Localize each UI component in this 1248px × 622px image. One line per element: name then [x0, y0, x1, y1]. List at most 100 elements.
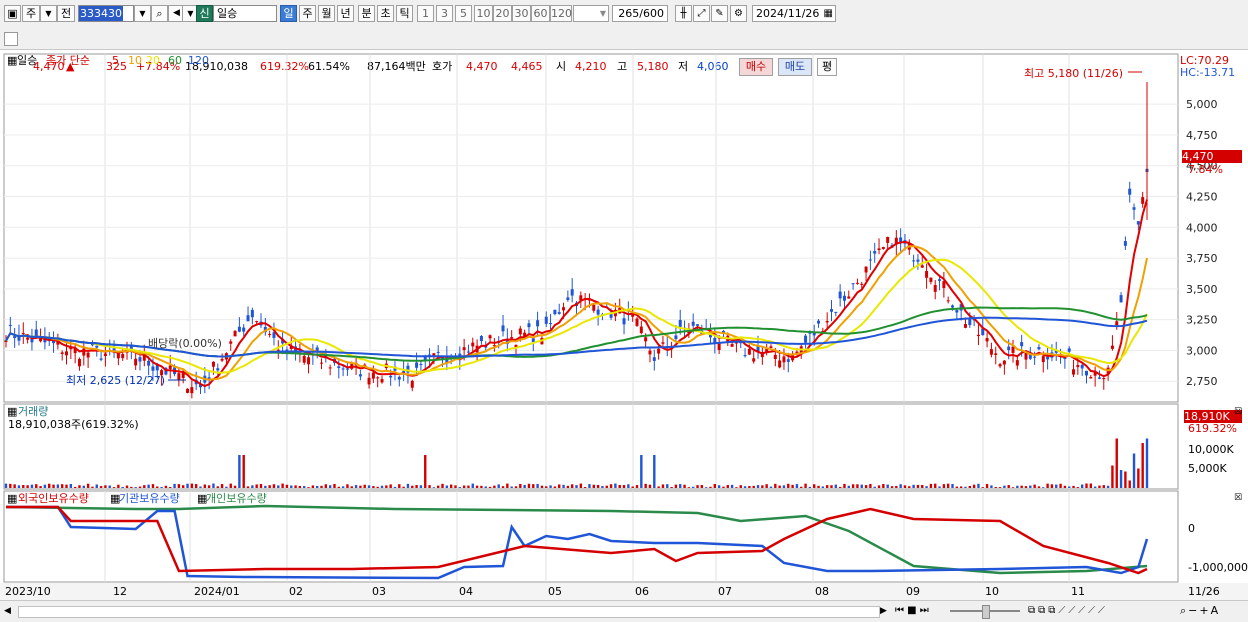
period-year[interactable]: 년	[337, 5, 354, 22]
candle	[510, 330, 514, 340]
tool-icon[interactable]: ✎	[711, 5, 728, 22]
candle	[989, 342, 993, 358]
interval-1[interactable]: 1	[417, 5, 434, 22]
scroll-left-icon[interactable]: ◀	[4, 604, 16, 618]
candle	[250, 307, 254, 325]
volume-bar	[778, 485, 781, 488]
low-note: 최저 2,625 (12/27)	[66, 374, 166, 387]
prev-button[interactable]: 전	[57, 5, 75, 22]
volume-bar	[882, 484, 885, 488]
candle	[804, 333, 808, 349]
volume-bar	[125, 485, 129, 488]
volume-bar	[627, 484, 630, 488]
stock-name-field[interactable]: 일승	[213, 5, 277, 22]
interval-60[interactable]: 60	[531, 5, 550, 22]
volume-bar	[756, 485, 760, 488]
holding-tick: -1,000,000	[1188, 561, 1248, 574]
window-icon[interactable]: ▣	[4, 5, 21, 22]
volume-bar	[432, 487, 436, 488]
quote-bar: 4,470 ▲ 325 +7.84% 18,910,038 619.32% 61…	[0, 28, 1248, 76]
gear-icon[interactable]: ⚙	[730, 5, 747, 22]
candle	[998, 362, 1002, 369]
volume-bar	[298, 485, 302, 488]
scroll-right-icon[interactable]: ▶	[880, 604, 892, 618]
resize-icon[interactable]: ⤢	[693, 5, 710, 22]
horizontal-scrollbar[interactable]	[18, 606, 880, 618]
volume-bar	[873, 486, 876, 488]
volume-bar	[233, 485, 237, 488]
close-icon[interactable]: ☒	[1234, 406, 1242, 419]
volume-bar	[95, 484, 98, 488]
period-minute[interactable]: 분	[358, 5, 375, 22]
ma-legend-20: 20	[146, 54, 160, 67]
price-y-tick: 2,750	[1186, 375, 1218, 388]
candle-icon[interactable]: ╫	[675, 5, 692, 22]
volume-bar	[782, 485, 786, 488]
candle	[925, 263, 929, 289]
institution-holding-label: 기관보유수량	[119, 492, 180, 505]
volume-bar	[264, 485, 267, 488]
candle	[1093, 366, 1097, 387]
date-field[interactable]: 2024/11/26 ▦	[752, 5, 836, 22]
volume-bar	[869, 483, 872, 488]
volume-bar	[558, 484, 561, 488]
candle	[838, 284, 842, 307]
volume-bar	[69, 484, 73, 488]
volume-bar	[17, 485, 21, 488]
volume-bar	[1055, 484, 1058, 488]
volume-bar	[938, 486, 941, 488]
volume-title: 거래량	[18, 405, 49, 418]
volume-bar	[877, 485, 881, 488]
volume-bar	[294, 485, 297, 488]
volume-tick: 5,000K	[1188, 462, 1227, 475]
period-month[interactable]: 월	[318, 5, 335, 22]
candle	[933, 280, 937, 300]
data-count-field[interactable]: 265/600	[612, 5, 668, 22]
price-y-tick: 4,750	[1186, 129, 1218, 142]
candle	[116, 351, 120, 366]
candle	[190, 380, 194, 399]
chevron-down-icon[interactable]: ▼	[40, 5, 57, 22]
interval-10[interactable]: 10	[474, 5, 493, 22]
interval-5[interactable]: 5	[455, 5, 472, 22]
interval-30[interactable]: 30	[512, 5, 531, 22]
volume-bar	[955, 486, 959, 488]
volume-bar	[748, 486, 751, 488]
volume-bar	[419, 485, 423, 488]
volume-bar	[393, 486, 397, 488]
playback-controls[interactable]: ⏮ ■ ⏭	[895, 604, 929, 618]
panel-menu-icon[interactable]: ▦	[7, 54, 17, 67]
candle	[86, 350, 90, 368]
interval-120[interactable]: 120	[550, 5, 572, 22]
period-second[interactable]: 초	[377, 5, 394, 22]
calendar-icon[interactable]: ▦	[824, 6, 833, 21]
volume-bar	[670, 486, 673, 488]
interval-custom-select[interactable]: ▼	[573, 5, 609, 22]
x-axis-label: 03	[372, 585, 386, 598]
period-tick[interactable]: 틱	[396, 5, 413, 22]
volume-bar	[199, 486, 202, 488]
zoom-icon[interactable]: ⌕−+A	[1180, 604, 1220, 618]
candle	[527, 319, 531, 335]
period-day[interactable]: 일	[280, 5, 297, 22]
interval-20[interactable]: 20	[493, 5, 512, 22]
period-week[interactable]: 주	[299, 5, 316, 22]
search-icon[interactable]: ⌕	[151, 5, 168, 22]
quote-toggle[interactable]	[4, 32, 18, 46]
close-icon[interactable]: ☒	[1234, 492, 1242, 505]
volume-bar	[4, 483, 8, 488]
zoom-slider-handle[interactable]	[982, 605, 990, 619]
candle	[419, 361, 423, 371]
interval-3[interactable]: 3	[436, 5, 453, 22]
code-dropdown-icon[interactable]: ▼	[134, 5, 151, 22]
stock-chart[interactable]: 5,0004,7504,5004,2504,0003,7503,5003,250…	[0, 50, 1248, 621]
volume-bar	[441, 483, 444, 488]
volume-bar	[436, 485, 440, 488]
stock-code-input[interactable]: 333430	[78, 5, 134, 22]
panel-menu-icon[interactable]: ▦	[7, 492, 17, 505]
drawing-tools-icon[interactable]: ⧉⧉⧉⟋⟋⟋⟋⟋	[1028, 604, 1108, 618]
volume-bar	[156, 486, 159, 488]
panel-menu-icon[interactable]: ▦	[7, 405, 17, 418]
market-type-select[interactable]: 주	[22, 5, 40, 22]
candle	[233, 330, 237, 337]
